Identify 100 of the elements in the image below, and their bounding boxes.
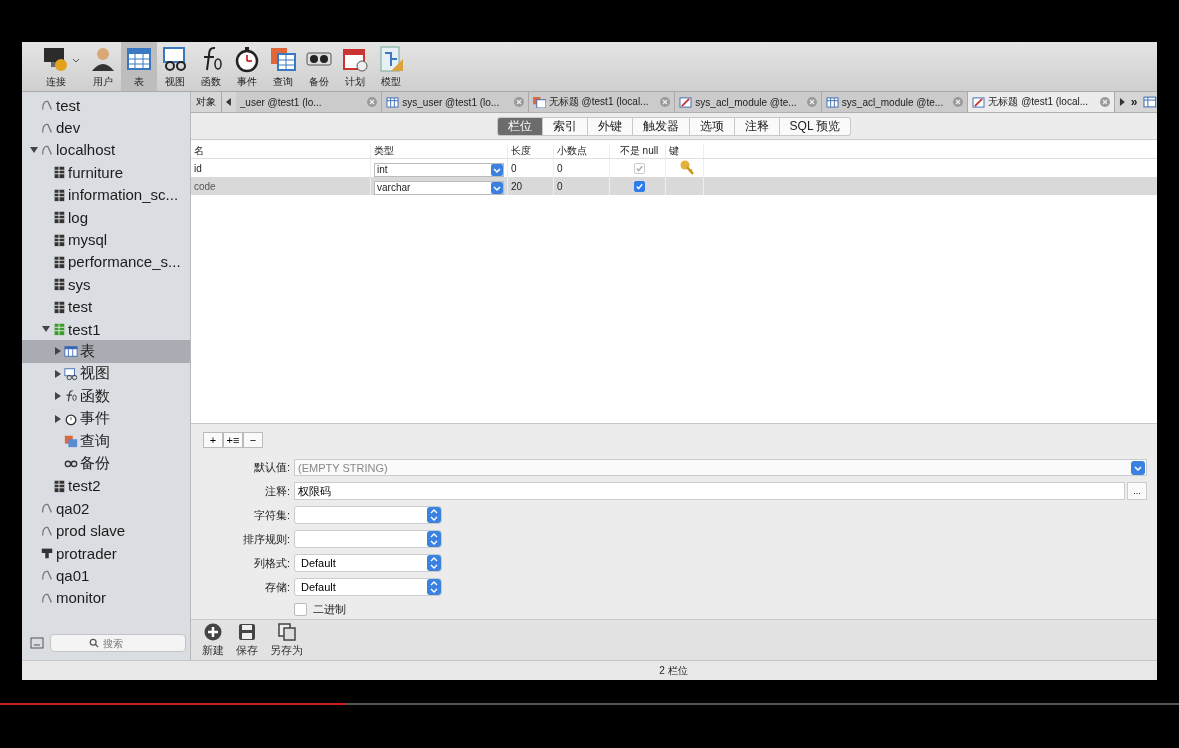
document-tab[interactable]: sys_acl_module @te... xyxy=(675,92,822,112)
column-header[interactable]: 不是 null xyxy=(610,144,666,158)
sidebar-item[interactable]: log xyxy=(22,205,190,229)
document-tab[interactable]: sys_acl_module @te... xyxy=(821,92,969,112)
field-tool-button[interactable]: + xyxy=(203,432,223,448)
checkbox[interactable] xyxy=(294,603,307,616)
disclosure-icon[interactable] xyxy=(54,369,62,378)
search-field[interactable]: 搜索 xyxy=(103,637,183,649)
select-field[interactable] xyxy=(294,506,442,524)
sidebar-item[interactable]: performance_s... xyxy=(22,250,190,274)
sidebar-item[interactable]: protrader xyxy=(22,541,190,565)
section-tab[interactable]: SQL 预览 xyxy=(779,116,852,136)
toolbar-button[interactable]: 计划 xyxy=(337,42,373,91)
section-tab[interactable]: 栏位 xyxy=(496,116,543,136)
database-icon xyxy=(52,232,66,247)
select-field[interactable]: Default xyxy=(294,578,442,596)
comment-field[interactable]: 权限码 xyxy=(294,482,1125,500)
disclosure-icon[interactable] xyxy=(54,414,62,423)
table-cell: 0 xyxy=(554,177,610,195)
toolbar-button[interactable]: 备份 xyxy=(301,42,337,91)
close-icon[interactable] xyxy=(367,97,378,107)
toolbar-button[interactable]: 保存 xyxy=(233,622,261,658)
sidebar-item[interactable]: mysql xyxy=(22,228,190,251)
toolbar-button[interactable]: 函数 xyxy=(193,42,229,91)
field-tool-button[interactable]: +≡ xyxy=(223,432,243,448)
sidebar-item[interactable]: 函数 xyxy=(22,385,190,408)
column-header[interactable]: 长度 xyxy=(508,144,554,158)
column-header[interactable]: 类型 xyxy=(371,144,508,158)
stepper-icon xyxy=(427,531,441,547)
sidebar-item[interactable]: 视图 xyxy=(22,362,190,386)
section-tab[interactable]: 触发器 xyxy=(632,116,690,136)
type-select[interactable]: varchar xyxy=(374,180,504,195)
search-box[interactable]: 搜索 xyxy=(50,634,186,652)
database-icon xyxy=(52,165,66,180)
checkbox[interactable] xyxy=(633,180,645,192)
sidebar-item[interactable]: 事件 xyxy=(22,407,190,430)
section-tab[interactable]: 选项 xyxy=(689,116,735,136)
toolbar-button[interactable]: 新建 xyxy=(199,622,227,658)
sidebar-item[interactable]: test2 xyxy=(22,474,190,498)
toolbar-button[interactable]: 另存为 xyxy=(267,622,306,658)
objects-tab[interactable]: 对象 xyxy=(191,92,222,112)
section-tab[interactable]: 注释 xyxy=(734,116,780,136)
section-tab[interactable]: 外键 xyxy=(587,116,633,136)
left-arrow-icon[interactable] xyxy=(225,97,233,107)
sidebar-item[interactable]: qa01 xyxy=(22,564,190,587)
toolbar-button[interactable]: 视图 xyxy=(157,42,193,91)
field-label: 存储: xyxy=(263,579,290,595)
sidebar-item[interactable]: information_sc... xyxy=(22,183,190,206)
type-select[interactable]: int xyxy=(374,162,504,177)
sidebar-item[interactable]: monitor xyxy=(22,586,190,609)
document-tab[interactable]: 无标题 @test1 (local... xyxy=(968,92,1115,112)
sidebar-item[interactable]: 查询 xyxy=(22,429,190,453)
column-header[interactable]: 小数点 xyxy=(554,144,610,158)
sidebar-item[interactable]: qa02 xyxy=(22,497,190,520)
document-tab[interactable]: _user @test1 (lo... xyxy=(235,92,383,112)
default-value-field[interactable]: (EMPTY STRING) xyxy=(295,461,1131,474)
right-arrow-icon[interactable] xyxy=(1117,97,1126,107)
status-text: 2 栏位 xyxy=(659,663,688,678)
toolbar-button[interactable]: 用户 xyxy=(85,42,121,91)
sidebar-item[interactable]: test xyxy=(22,94,190,117)
close-icon[interactable] xyxy=(953,97,964,107)
document-tab[interactable]: 无标题 @test1 (local... xyxy=(528,92,676,112)
column-header[interactable]: 名 xyxy=(191,144,371,158)
sidebar-item[interactable]: localhost xyxy=(22,138,190,162)
disclosure-icon[interactable] xyxy=(54,347,62,356)
caret-icon[interactable] xyxy=(72,57,80,64)
table-row[interactable]: code varchar 20 0 xyxy=(191,177,1157,195)
column-header[interactable]: 键 xyxy=(666,144,704,158)
sidebar-item[interactable]: 备份 xyxy=(22,452,190,475)
close-icon[interactable] xyxy=(806,97,817,107)
close-icon[interactable] xyxy=(1099,97,1110,107)
sidebar-item[interactable]: 表 xyxy=(22,340,190,363)
toolbar-button[interactable]: 事件 xyxy=(229,42,265,91)
default-value-combo[interactable]: (EMPTY STRING) xyxy=(294,459,1147,476)
toolbar-button[interactable]: 查询 xyxy=(265,42,301,91)
new-tab-icon[interactable] xyxy=(1143,96,1158,108)
close-icon[interactable] xyxy=(513,97,524,107)
select-field[interactable]: Default xyxy=(294,554,442,572)
database-icon xyxy=(52,322,66,337)
close-icon[interactable] xyxy=(660,97,671,107)
document-tab[interactable]: sys_user @test1 (lo... xyxy=(382,92,529,112)
toolbar-button[interactable]: 连接 xyxy=(38,42,74,91)
window-icon[interactable] xyxy=(30,637,44,649)
expand-button[interactable]: ... xyxy=(1127,482,1147,500)
sidebar-item[interactable]: prod slave xyxy=(22,519,190,542)
sidebar-item[interactable]: sys xyxy=(22,273,190,296)
table-cell: 20 xyxy=(508,177,554,195)
sidebar-item[interactable]: dev xyxy=(22,116,190,139)
toolbar-button[interactable]: 表 xyxy=(121,42,157,91)
disclosure-icon[interactable] xyxy=(30,145,38,154)
field-tool-button[interactable]: − xyxy=(243,432,263,448)
sidebar-item[interactable]: test xyxy=(22,295,190,318)
disclosure-icon[interactable] xyxy=(54,392,62,401)
sidebar-item[interactable]: test1 xyxy=(22,317,190,341)
section-tab[interactable]: 索引 xyxy=(542,116,588,136)
more-tabs-button[interactable]: » xyxy=(1128,95,1140,109)
select-field[interactable] xyxy=(294,530,442,548)
toolbar-button[interactable]: 模型 xyxy=(373,42,409,91)
sidebar-item[interactable]: furniture xyxy=(22,161,190,184)
disclosure-icon[interactable] xyxy=(42,325,50,334)
